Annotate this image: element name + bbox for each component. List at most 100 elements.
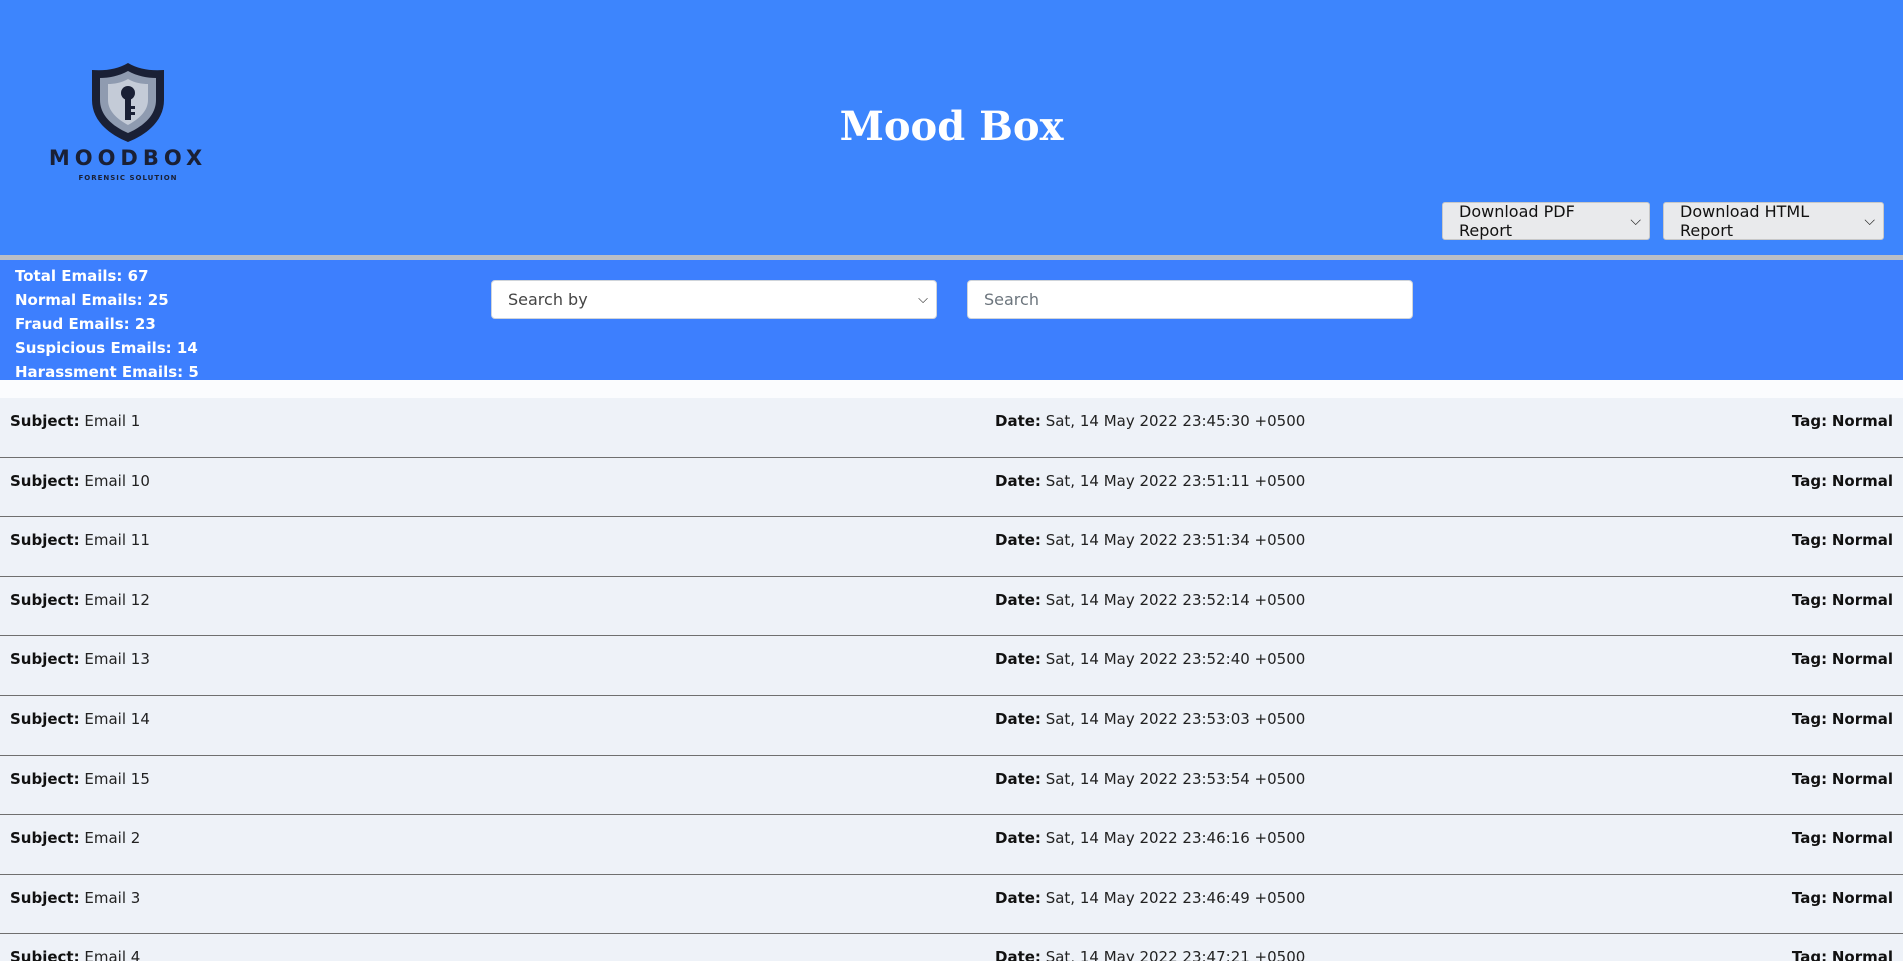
date-label: Date: — [995, 888, 1041, 907]
tag-label: Tag: — [1791, 948, 1828, 961]
email-date: Date: Sat, 14 May 2022 23:52:14 +0500 — [995, 591, 1305, 609]
email-subject: Subject: Email 14 — [10, 710, 150, 728]
tag-value: Normal — [1831, 590, 1893, 609]
download-html-report-select[interactable]: Download HTML Report ⌵ — [1663, 202, 1884, 240]
email-row[interactable]: Subject: Email 1 Date: Sat, 14 May 2022 2… — [0, 398, 1903, 458]
chevron-down-icon: ⌵ — [1630, 213, 1641, 229]
email-subject: Subject: Email 2 — [10, 829, 140, 847]
date-value: Sat, 14 May 2022 23:46:16 +0500 — [1045, 829, 1306, 848]
download-pdf-report-label: Download PDF Report — [1459, 202, 1575, 240]
page-title: Mood Box — [839, 103, 1064, 150]
search-input[interactable] — [967, 280, 1413, 319]
email-row[interactable]: Subject: Email 4 Date: Sat, 14 May 2022 2… — [0, 934, 1903, 961]
email-subject: Subject: Email 1 — [10, 412, 140, 430]
email-date: Date: Sat, 14 May 2022 23:45:30 +0500 — [995, 412, 1305, 430]
search-by-select[interactable]: Search by ⌵ — [491, 280, 937, 319]
subject-value: Email 10 — [84, 471, 150, 490]
subject-label: Subject: — [10, 590, 80, 609]
subject-label: Subject: — [10, 531, 80, 550]
subject-label: Subject: — [10, 471, 80, 490]
email-date: Date: Sat, 14 May 2022 23:52:40 +0500 — [995, 650, 1305, 668]
email-subject: Subject: Email 11 — [10, 531, 150, 549]
email-tag: Tag: Normal — [1792, 591, 1893, 609]
tag-value: Normal — [1831, 650, 1893, 669]
date-label: Date: — [995, 709, 1041, 728]
app-header: MOODBOX FORENSIC SOLUTION Mood Box Downl… — [0, 0, 1903, 255]
email-tag: Tag: Normal — [1792, 412, 1893, 430]
date-label: Date: — [995, 412, 1041, 430]
subject-value: Email 11 — [84, 531, 150, 550]
email-tag: Tag: Normal — [1792, 472, 1893, 490]
email-row[interactable]: Subject: Email 13 Date: Sat, 14 May 2022 … — [0, 636, 1903, 696]
email-row[interactable]: Subject: Email 10 Date: Sat, 14 May 2022 … — [0, 457, 1903, 518]
email-tag: Tag: Normal — [1792, 650, 1893, 668]
download-html-report-label: Download HTML Report — [1680, 202, 1810, 240]
date-value: Sat, 14 May 2022 23:51:11 +0500 — [1045, 471, 1306, 490]
date-label: Date: — [995, 829, 1041, 848]
tag-label: Tag: — [1791, 709, 1828, 728]
date-label: Date: — [995, 531, 1041, 550]
chevron-down-icon: ⌵ — [918, 292, 928, 307]
subject-value: Email 4 — [84, 948, 141, 961]
stat-suspicious-emails: Suspicious Emails: 14 — [15, 339, 198, 357]
date-value: Sat, 14 May 2022 23:46:49 +0500 — [1045, 888, 1306, 907]
email-row[interactable]: Subject: Email 2 Date: Sat, 14 May 2022 2… — [0, 815, 1903, 875]
email-row[interactable]: Subject: Email 12 Date: Sat, 14 May 2022 … — [0, 576, 1903, 637]
tag-value: Normal — [1831, 769, 1893, 788]
subject-value: Email 2 — [84, 829, 141, 848]
tag-label: Tag: — [1791, 888, 1828, 907]
stat-total-emails: Total Emails: 67 — [15, 267, 149, 285]
subject-label: Subject: — [10, 650, 80, 669]
tag-value: Normal — [1831, 709, 1893, 728]
tag-label: Tag: — [1791, 471, 1828, 490]
search-by-label: Search by — [508, 290, 588, 309]
date-value: Sat, 14 May 2022 23:51:34 +0500 — [1045, 531, 1306, 550]
email-row[interactable]: Subject: Email 14 Date: Sat, 14 May 2022 … — [0, 695, 1903, 756]
subject-value: Email 15 — [84, 769, 150, 788]
subject-label: Subject: — [10, 412, 80, 430]
email-subject: Subject: Email 4 — [10, 948, 140, 961]
tag-value: Normal — [1831, 531, 1893, 550]
date-label: Date: — [995, 650, 1041, 669]
email-tag: Tag: Normal — [1792, 829, 1893, 847]
subject-value: Email 1 — [84, 412, 141, 430]
stat-normal-emails: Normal Emails: 25 — [15, 291, 169, 309]
subject-value: Email 14 — [84, 709, 150, 728]
tag-label: Tag: — [1791, 412, 1828, 430]
email-tag: Tag: Normal — [1792, 531, 1893, 549]
tag-label: Tag: — [1791, 531, 1828, 550]
email-row[interactable]: Subject: Email 3 Date: Sat, 14 May 2022 2… — [0, 874, 1903, 935]
email-date: Date: Sat, 14 May 2022 23:53:03 +0500 — [995, 710, 1305, 728]
tag-value: Normal — [1831, 888, 1893, 907]
chevron-down-icon: ⌵ — [1864, 213, 1875, 229]
email-date: Date: Sat, 14 May 2022 23:46:16 +0500 — [995, 829, 1305, 847]
tag-value: Normal — [1831, 471, 1893, 490]
stat-fraud-emails: Fraud Emails: 23 — [15, 315, 156, 333]
subject-value: Email 12 — [84, 590, 150, 609]
tag-value: Normal — [1831, 412, 1893, 430]
email-stats: Total Emails: 67 Normal Emails: 25 Fraud… — [15, 264, 199, 384]
list-spacer — [0, 380, 1903, 398]
download-pdf-report-select[interactable]: Download PDF Report ⌵ — [1442, 202, 1650, 240]
tag-label: Tag: — [1791, 590, 1828, 609]
date-value: Sat, 14 May 2022 23:52:40 +0500 — [1045, 650, 1306, 669]
date-value: Sat, 14 May 2022 23:47:21 +0500 — [1045, 948, 1306, 961]
tag-label: Tag: — [1791, 650, 1828, 669]
subject-label: Subject: — [10, 709, 80, 728]
email-date: Date: Sat, 14 May 2022 23:53:54 +0500 — [995, 770, 1305, 788]
date-value: Sat, 14 May 2022 23:45:30 +0500 — [1045, 412, 1306, 430]
email-tag: Tag: Normal — [1792, 770, 1893, 788]
email-tag: Tag: Normal — [1792, 889, 1893, 907]
date-label: Date: — [995, 769, 1041, 788]
email-row[interactable]: Subject: Email 15 Date: Sat, 14 May 2022 … — [0, 755, 1903, 816]
tag-value: Normal — [1831, 829, 1893, 848]
email-date: Date: Sat, 14 May 2022 23:51:11 +0500 — [995, 472, 1305, 490]
email-row[interactable]: Subject: Email 11 Date: Sat, 14 May 2022 … — [0, 517, 1903, 577]
date-label: Date: — [995, 471, 1041, 490]
subject-value: Email 3 — [84, 888, 141, 907]
email-list: Subject: Email 1 Date: Sat, 14 May 2022 2… — [0, 398, 1903, 961]
email-tag: Tag: Normal — [1792, 948, 1893, 961]
subject-label: Subject: — [10, 888, 80, 907]
subject-value: Email 13 — [84, 650, 150, 669]
stats-search-bar: Total Emails: 67 Normal Emails: 25 Fraud… — [0, 260, 1903, 381]
